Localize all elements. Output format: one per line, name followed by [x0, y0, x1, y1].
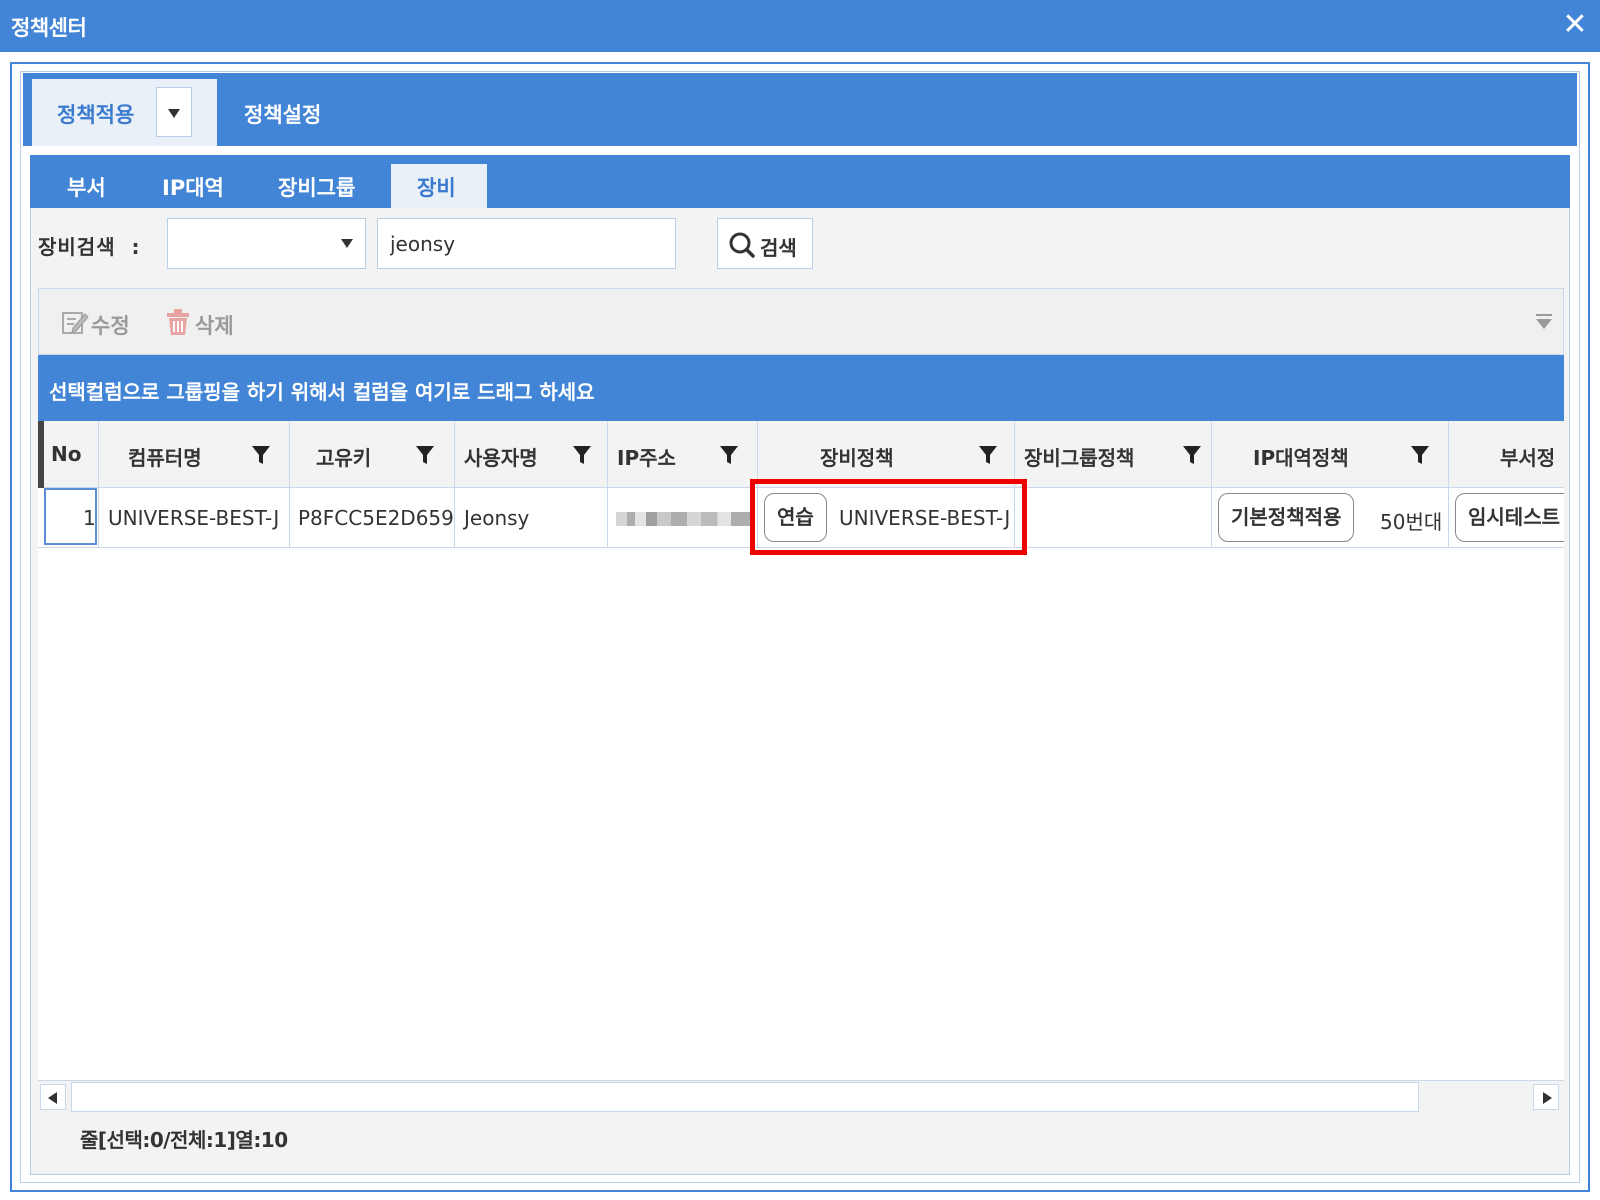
- scroll-left-button[interactable]: [40, 1084, 66, 1110]
- redacted-ip: [616, 512, 753, 526]
- title-bar: 정책센터 ✕: [0, 0, 1600, 52]
- chevron-down-icon: [341, 239, 353, 248]
- column-header-ip-address[interactable]: IP주소: [608, 421, 758, 487]
- cell-no-value: 1: [83, 506, 96, 530]
- search-button[interactable]: 검색: [717, 218, 813, 269]
- chevron-down-icon: [168, 109, 180, 118]
- search-label: 장비검색 :: [38, 231, 141, 260]
- grid-body: 1 UNIVERSE-BEST-J P8FCC5E2D659 Jeonsy 연습…: [38, 488, 1564, 1082]
- cell-computer-name[interactable]: UNIVERSE-BEST-J: [99, 488, 290, 548]
- column-header-label: 고유키: [316, 446, 372, 470]
- filter-icon[interactable]: [415, 445, 435, 465]
- dept-policy-badge[interactable]: 임시테스트: [1455, 493, 1564, 542]
- filter-icon[interactable]: [1182, 445, 1202, 465]
- close-icon[interactable]: ✕: [1560, 10, 1590, 40]
- grid-status: 줄[선택:0/전체:1]열:10: [80, 1128, 288, 1152]
- search-field-select[interactable]: [167, 218, 366, 269]
- filter-icon[interactable]: [572, 445, 592, 465]
- search-input[interactable]: [377, 218, 676, 269]
- sub-tab-bar: [30, 155, 1570, 208]
- tab-policy-apply[interactable]: 정책적용: [32, 79, 217, 146]
- subtab-device-label: 장비: [417, 176, 456, 200]
- column-header-device-policy[interactable]: 장비정책: [758, 421, 1015, 487]
- column-header-label: 컴퓨터명: [128, 446, 202, 470]
- search-label-text: 장비검색: [38, 235, 116, 259]
- subtab-device-group[interactable]: 장비그룹: [278, 172, 355, 202]
- tab-dropdown-button[interactable]: [156, 87, 192, 137]
- group-by-hint: 선택컬럼으로 그룹핑을 하기 위해서 컬럼을 여기로 드래그 하세요: [49, 380, 595, 404]
- column-header-unique-key[interactable]: 고유키: [290, 421, 455, 487]
- delete-button-label: 삭제: [195, 314, 234, 338]
- column-header-dept-policy[interactable]: 부서정: [1449, 421, 1564, 487]
- column-header-label: IP대역정책: [1253, 446, 1349, 470]
- column-header-ip-range-policy[interactable]: IP대역정책: [1212, 421, 1449, 487]
- column-header-label: 부서정: [1500, 446, 1556, 470]
- cell-ip-range-policy[interactable]: 기본정책적용 50번대: [1212, 488, 1449, 548]
- scrollbar-thumb[interactable]: [71, 1082, 1419, 1112]
- tab-policy-settings[interactable]: 정책설정: [244, 99, 321, 129]
- edit-icon: [62, 312, 89, 334]
- cell-unique-key[interactable]: P8FCC5E2D659: [290, 488, 455, 548]
- column-header-label: 장비그룹정책: [1024, 446, 1135, 470]
- filter-icon[interactable]: [719, 445, 739, 465]
- column-header-label: No: [51, 442, 82, 466]
- cell-device-group-policy[interactable]: [1015, 488, 1212, 548]
- edit-button[interactable]: 수정: [61, 305, 141, 339]
- window-title: 정책센터: [11, 16, 87, 40]
- grid-toolbar: [38, 288, 1564, 355]
- column-header-device-group-policy[interactable]: 장비그룹정책: [1015, 421, 1212, 487]
- cell-ip-address[interactable]: [608, 488, 758, 548]
- arrow-right-icon: [1543, 1092, 1552, 1104]
- tab-label: 정책적용: [57, 103, 135, 127]
- ip-range-policy-badge[interactable]: 기본정책적용: [1218, 493, 1355, 542]
- search-icon: [729, 232, 755, 258]
- group-by-drop-area[interactable]: 선택컬럼으로 그룹핑을 하기 위해서 컬럼을 여기로 드래그 하세요: [38, 355, 1564, 421]
- search-label-separator: :: [131, 235, 141, 259]
- ip-range-policy-text: 50번대: [1380, 510, 1443, 534]
- subtab-device[interactable]: 장비: [391, 164, 487, 209]
- scroll-right-button[interactable]: [1533, 1084, 1559, 1110]
- cell-user-name[interactable]: Jeonsy: [455, 488, 608, 548]
- column-header-computer-name[interactable]: 컴퓨터명: [99, 421, 290, 487]
- filter-icon[interactable]: [251, 445, 271, 465]
- toolbar-menu-icon[interactable]: [1535, 314, 1553, 330]
- edit-button-label: 수정: [91, 314, 130, 338]
- column-header-label: 사용자명: [464, 446, 538, 470]
- filter-icon[interactable]: [1410, 445, 1430, 465]
- cell-unique-key-value: P8FCC5E2D659: [298, 506, 454, 530]
- cell-computer-name-value: UNIVERSE-BEST-J: [108, 506, 280, 530]
- horizontal-scrollbar[interactable]: [38, 1080, 1564, 1112]
- column-header-no[interactable]: No: [38, 421, 99, 487]
- filter-icon[interactable]: [978, 445, 998, 465]
- column-header-label: 장비정책: [820, 446, 894, 470]
- cell-user-name-value: Jeonsy: [464, 506, 530, 530]
- column-header-label: IP주소: [617, 446, 676, 470]
- subtab-ip-range[interactable]: IP대역: [162, 172, 224, 202]
- grid-header: No 컴퓨터명 고유키 사용자명 IP주소 장비정책 장비그룹정책 IP대역정책…: [38, 421, 1564, 488]
- cell-no[interactable]: 1: [38, 488, 99, 548]
- highlight-box: [750, 479, 1027, 555]
- subtab-department[interactable]: 부서: [67, 172, 106, 202]
- delete-button[interactable]: 삭제: [165, 305, 245, 339]
- trash-icon: [167, 309, 189, 335]
- search-button-label: 검색: [760, 236, 797, 260]
- cell-dept-policy[interactable]: 임시테스트: [1449, 488, 1564, 548]
- column-header-user-name[interactable]: 사용자명: [455, 421, 608, 487]
- arrow-left-icon: [48, 1092, 57, 1104]
